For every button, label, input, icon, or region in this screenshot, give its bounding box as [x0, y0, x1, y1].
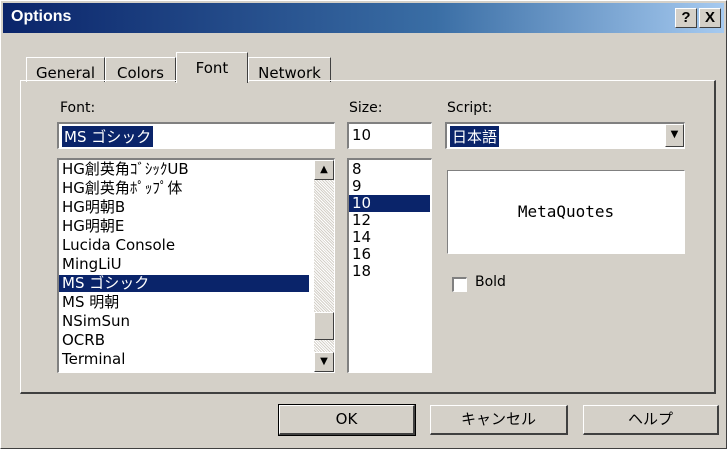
help-button[interactable]: ?: [675, 8, 697, 28]
tab-font[interactable]: Font: [176, 52, 248, 83]
tab-network[interactable]: Network: [248, 57, 331, 82]
tab-general[interactable]: General: [26, 57, 105, 82]
cancel-button[interactable]: キャンセル: [430, 405, 568, 435]
window-title: Options: [11, 8, 72, 25]
font-tab-panel: [20, 80, 716, 394]
help-dialog-button[interactable]: ヘルプ: [583, 405, 719, 435]
close-button[interactable]: X: [699, 8, 721, 28]
ok-button[interactable]: OK: [278, 404, 416, 436]
title-bar[interactable]: Options ? X: [3, 3, 724, 33]
tab-colors[interactable]: Colors: [105, 57, 176, 82]
options-dialog: Options ? X General Colors Font Network …: [0, 0, 727, 449]
